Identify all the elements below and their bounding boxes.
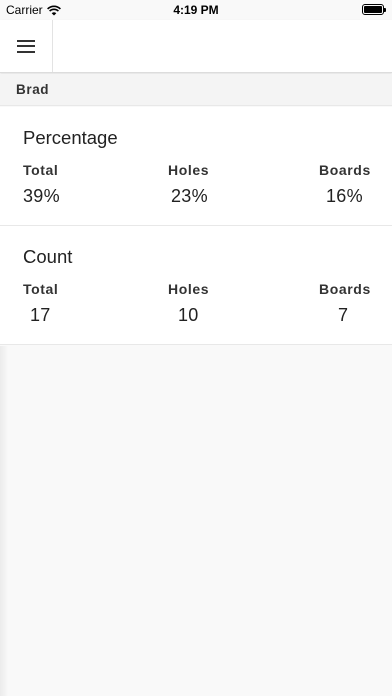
user-name: Brad [16, 82, 50, 97]
stat-value: 17 [30, 305, 51, 325]
menu-button[interactable] [0, 20, 53, 72]
stat-value: 7 [338, 305, 349, 325]
stat-label: Holes [168, 162, 210, 178]
stat-label: Total [23, 162, 59, 178]
stat-total: Total 17 [23, 281, 58, 326]
stat-value: 16% [326, 186, 363, 206]
stat-value: 23% [171, 186, 208, 206]
stat-label: Holes [168, 281, 210, 297]
stat-value: 39% [23, 186, 60, 206]
count-card: Count Total 17 Holes 10 Boards 7 [0, 226, 392, 345]
stat-boards: Boards 16% [319, 162, 371, 207]
battery-icon [362, 4, 386, 15]
status-bar: Carrier 4:19 PM [0, 0, 392, 20]
percentage-card: Percentage Total 39% Holes 23% Boards 16… [0, 107, 392, 226]
stat-holes: Holes 23% [168, 162, 209, 207]
stat-total: Total 39% [23, 162, 60, 207]
status-bar-time: 4:19 PM [173, 3, 219, 17]
stat-label: Total [23, 281, 59, 297]
hamburger-menu-icon [17, 39, 35, 53]
stat-holes: Holes 10 [168, 281, 209, 326]
stat-label: Boards [319, 162, 371, 178]
stat-value: 10 [178, 305, 199, 325]
app-bar [0, 20, 392, 73]
card-title: Count [23, 246, 73, 267]
card-title: Percentage [23, 127, 118, 148]
stat-boards: Boards 7 [319, 281, 371, 326]
stat-label: Boards [319, 281, 371, 297]
user-subheader: Brad [0, 74, 392, 106]
drawer-edge-shadow [0, 346, 8, 696]
